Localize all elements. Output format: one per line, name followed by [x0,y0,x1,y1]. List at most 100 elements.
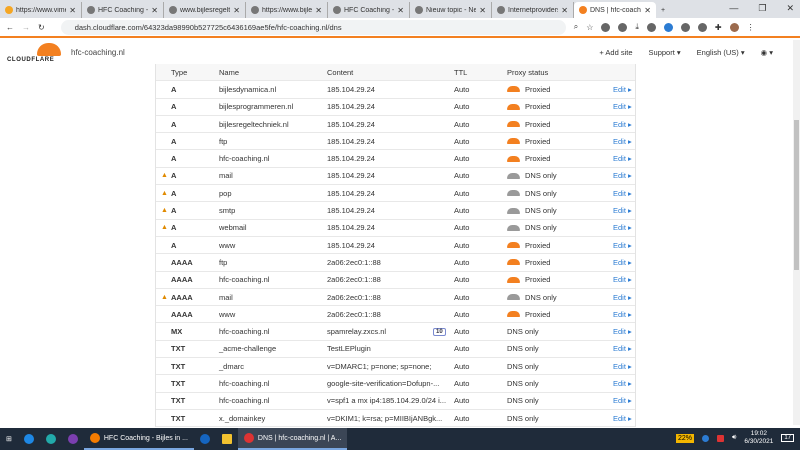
dns-record-row[interactable]: A bijlesregeltechniek.nl 185.104.29.24 A… [156,116,635,134]
clock[interactable]: 19:02 6/30/2021 [744,430,773,446]
download-icon[interactable]: ⤓ [635,22,639,32]
dns-record-row[interactable]: ▲ A smtp 185.104.29.24 Auto DNS only Edi… [156,202,635,220]
zoom-icon[interactable]: ⌕ [574,22,578,32]
edit-record-link[interactable]: Edit ▸ [613,223,632,232]
close-tab-icon[interactable]: ✕ [479,6,486,15]
edit-record-link[interactable]: Edit ▸ [613,396,632,405]
reload-icon[interactable]: ↻ [38,23,45,32]
dns-record-row[interactable]: ▲ A mail 185.104.29.24 Auto DNS only Edi… [156,168,635,186]
dns-record-row[interactable]: TXT _acme-challenge TestLEPlugin Auto DN… [156,341,635,359]
edit-record-link[interactable]: Edit ▸ [613,275,632,284]
back-icon[interactable]: ← [6,23,14,32]
taskbar-chrome[interactable]: DNS | hfc-coaching.nl | A... [237,428,348,450]
edit-record-link[interactable]: Edit ▸ [613,85,632,94]
close-tab-icon[interactable]: ✕ [315,6,322,15]
menu-icon[interactable]: ⋮ [747,23,755,32]
header-ttl[interactable]: TTL [454,68,467,77]
profile-avatar[interactable] [729,22,739,32]
url-input[interactable]: dash.cloudflare.com/64323da98990b527725c… [60,19,566,35]
edit-record-link[interactable]: Edit ▸ [613,344,632,353]
notifications-icon[interactable]: 17 [781,434,794,442]
edit-record-link[interactable]: Edit ▸ [613,206,632,215]
extension-icon[interactable] [680,22,690,32]
extension-icon[interactable] [663,22,673,32]
dns-record-row[interactable]: ▲ AAAA mail 2a06:2ec0:1::88 Auto DNS onl… [156,289,635,307]
dns-record-row[interactable]: ▲ A pop 185.104.29.24 Auto DNS only Edit… [156,185,635,203]
support-menu[interactable]: Support ▾ [649,48,681,57]
dns-record-row[interactable]: AAAA hfc-coaching.nl 2a06:2ec0:1::88 Aut… [156,272,635,289]
browser-tab[interactable]: https://www.bijles ✕ [246,2,328,18]
close-tab-icon[interactable]: ✕ [69,6,76,15]
close-tab-icon[interactable]: ✕ [233,6,240,15]
start-button[interactable]: ⊞ [0,428,18,450]
dns-record-row[interactable]: A ftp 185.104.29.24 Auto Proxied Edit ▸ [156,133,635,151]
close-tab-icon[interactable]: ✕ [397,6,404,15]
edit-record-link[interactable]: Edit ▸ [613,293,632,302]
bookmark-star-icon[interactable]: ☆ [586,23,593,32]
dns-record-row[interactable]: TXT _dmarc v=DMARC1; p=none; sp=none; Au… [156,358,635,376]
volume-icon[interactable]: 🔊︎ [732,434,736,442]
edit-record-link[interactable]: Edit ▸ [613,241,632,250]
dns-record-row[interactable]: A bijlesdynamica.nl 185.104.29.24 Auto P… [156,81,635,99]
browser-tab[interactable]: www.bijlesregelte ✕ [164,2,246,18]
edit-record-link[interactable]: Edit ▸ [613,171,632,180]
tray-icon[interactable] [701,434,709,442]
browser-tab[interactable]: DNS | hfc-coachi ✕ [574,2,656,18]
dns-record-row[interactable]: TXT x._domainkey v=DKIM1; k=rsa; p=MIIBI… [156,410,635,428]
forward-icon[interactable]: → [22,23,30,32]
dns-record-row[interactable]: ▲ A webmail 185.104.29.24 Auto DNS only … [156,220,635,237]
edit-record-link[interactable]: Edit ▸ [613,137,632,146]
taskbar-firefox[interactable]: HFC Coaching - Bijles in ... [83,428,194,450]
file-explorer-icon[interactable] [216,428,238,450]
edit-record-link[interactable]: Edit ▸ [613,310,632,319]
browser-tab[interactable]: Internetproviders ✕ [492,2,574,18]
extension-icon[interactable] [618,22,628,32]
edit-record-link[interactable]: Edit ▸ [613,154,632,163]
browser-tab[interactable]: HFC Coaching - B✕ [328,2,410,18]
edit-record-link[interactable]: Edit ▸ [613,120,632,129]
header-proxy-status[interactable]: Proxy status [507,68,548,77]
browser-tab[interactable]: HFC Coaching - B✕ [82,2,164,18]
dns-record-row[interactable]: TXT hfc-coaching.nl google-site-verifica… [156,375,635,393]
edit-record-link[interactable]: Edit ▸ [613,189,632,198]
close-tab-icon[interactable]: ✕ [644,6,651,15]
edit-record-link[interactable]: Edit ▸ [613,327,632,336]
minimize-button[interactable]: — [729,3,738,14]
header-name[interactable]: Name [219,68,239,77]
dns-record-row[interactable]: AAAA ftp 2a06:2ec0:1::88 Auto Proxied Ed… [156,254,635,272]
edit-record-link[interactable]: Edit ▸ [613,258,632,267]
app-icon[interactable] [62,428,84,450]
edit-record-link[interactable]: Edit ▸ [613,414,632,423]
firefox-dev-icon[interactable] [194,428,216,450]
account-menu[interactable]: ◉ ▾ [761,48,773,57]
tray-icon[interactable] [716,434,724,442]
close-window-button[interactable]: ✕ [786,3,794,14]
dns-record-row[interactable]: TXT hfc-coaching.nl v=spf1 a mx ip4:185.… [156,393,635,410]
extensions-puzzle-icon[interactable]: ✚ [715,23,722,32]
ie-icon[interactable] [18,428,40,450]
edge-icon[interactable] [40,428,62,450]
maximize-button[interactable]: ❐ [758,3,766,14]
scrollbar[interactable] [793,40,800,425]
extension-icon[interactable] [697,22,707,32]
close-tab-icon[interactable]: ✕ [561,6,568,15]
edit-record-link[interactable]: Edit ▸ [613,102,632,111]
edit-record-link[interactable]: Edit ▸ [613,362,632,371]
language-menu[interactable]: English (US) ▾ [697,48,745,57]
browser-tab[interactable]: Nieuw topic - Ne ✕ [410,2,492,18]
new-tab-button[interactable]: + [656,2,676,18]
extension-icon[interactable] [601,22,611,32]
dns-record-row[interactable]: MX hfc-coaching.nl spamrelay.zxcs.nl 10 … [156,323,635,341]
close-tab-icon[interactable]: ✕ [151,6,158,15]
header-content[interactable]: Content [327,68,353,77]
dns-record-row[interactable]: A www 185.104.29.24 Auto Proxied Edit ▸ [156,237,635,255]
edit-record-link[interactable]: Edit ▸ [613,379,632,388]
dns-record-row[interactable]: AAAA www 2a06:2ec0:1::88 Auto Proxied Ed… [156,306,635,324]
header-type[interactable]: Type [171,68,187,77]
cloudflare-logo[interactable]: CLOUDFLARE [7,43,61,65]
battery-indicator[interactable]: 22% [675,433,694,443]
extension-icon[interactable] [646,22,656,32]
scrollbar-thumb[interactable] [794,120,799,270]
dns-record-row[interactable]: A bijlesprogrammeren.nl 185.104.29.24 Au… [156,99,635,116]
browser-tab[interactable]: https://www.vime ✕ [0,2,82,18]
